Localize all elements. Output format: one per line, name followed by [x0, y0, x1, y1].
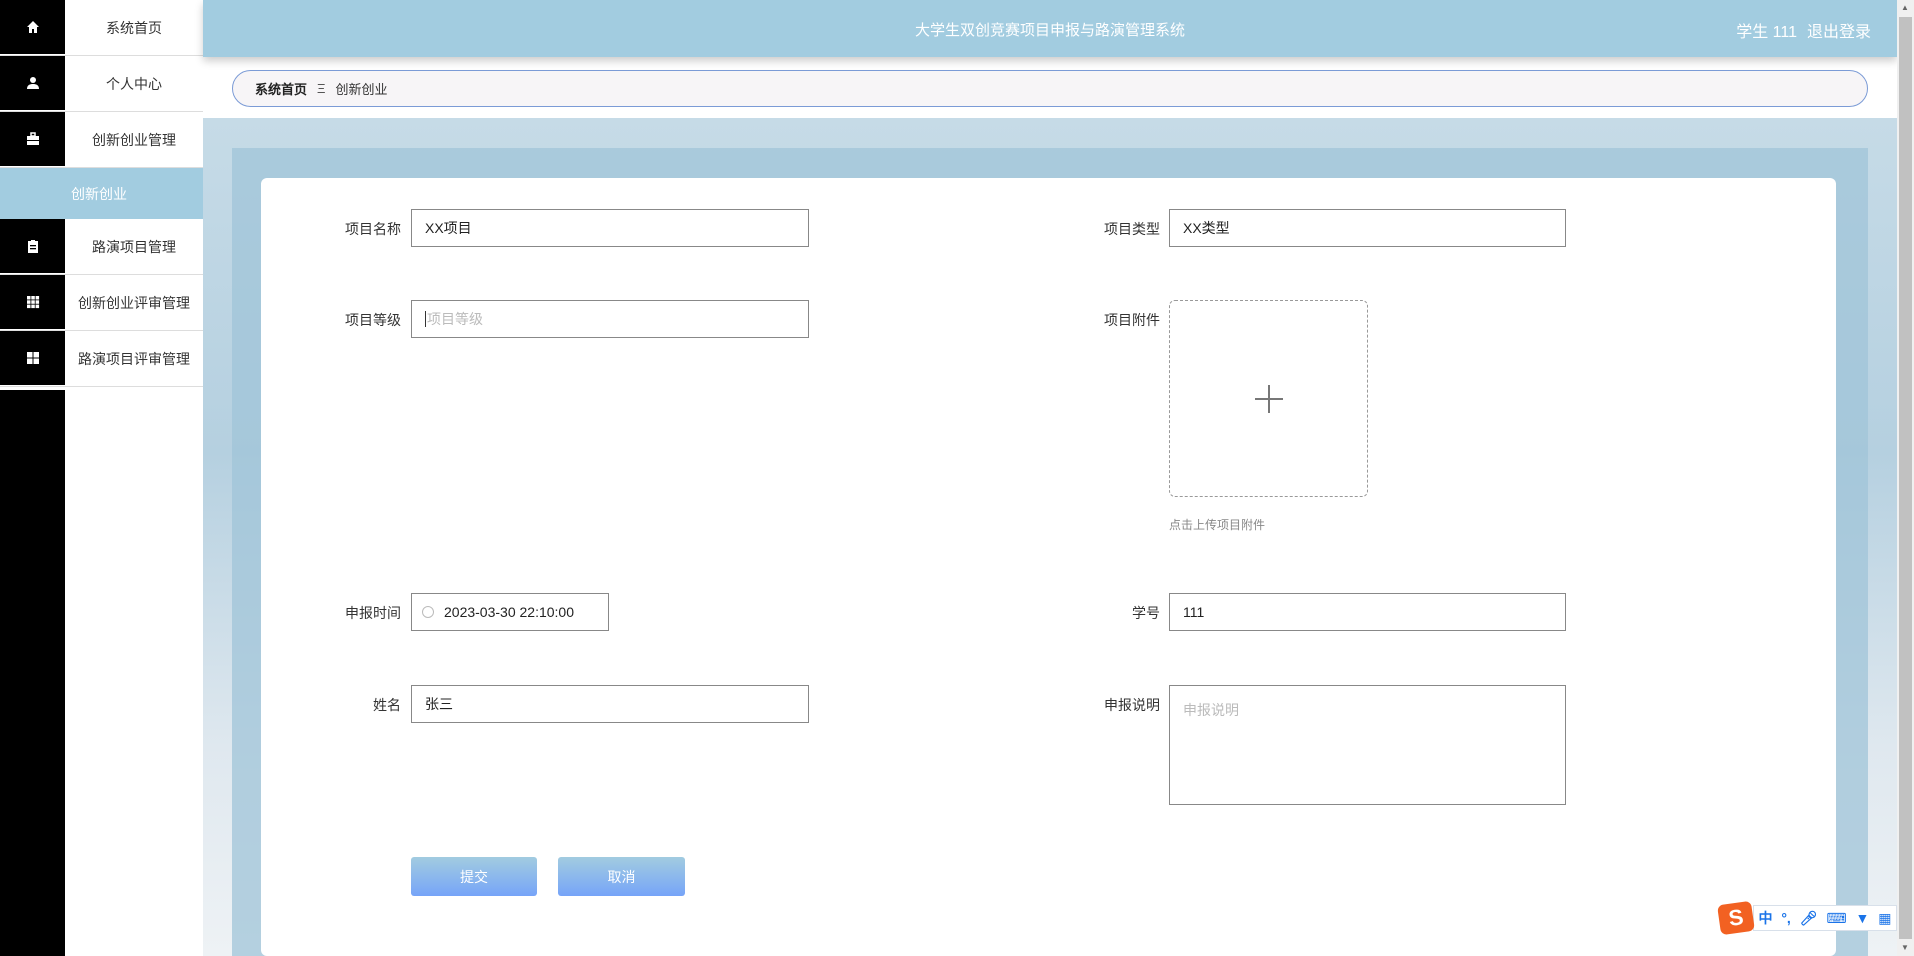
sidebar-item-innovation-review[interactable]: 创新创业评审管理	[0, 275, 203, 331]
breadcrumb-current: 创新创业	[335, 82, 388, 97]
microphone-icon[interactable]: 🎤︎	[1800, 910, 1818, 927]
sidebar-item-home[interactable]: 系统首页	[0, 0, 203, 56]
sidebar-item-innovation[interactable]: 创新创业	[0, 168, 203, 219]
sidebar-item-label: 创新创业评审管理	[65, 275, 203, 330]
sogou-logo-icon: S	[1717, 900, 1755, 936]
toolbox-icon[interactable]: ▦	[1878, 910, 1891, 927]
student-name-input[interactable]: 张三	[411, 685, 809, 723]
current-user: 学生 111	[1736, 24, 1797, 41]
cancel-button[interactable]: 取消	[558, 857, 685, 896]
project-type-label: 项目类型	[1104, 221, 1160, 237]
ime-mode[interactable]: 中	[1758, 908, 1772, 928]
app-title: 大学生双创竞赛项目申报与路演管理系统	[914, 22, 1185, 39]
student-name-label: 姓名	[373, 697, 401, 713]
breadcrumb: 系统首页 Ξ 创新创业	[232, 70, 1868, 107]
sidebar-item-label: 路演项目管理	[65, 219, 203, 274]
apps-icon	[0, 331, 65, 386]
description-placeholder: 申报说明	[1183, 702, 1239, 718]
project-level-input[interactable]: 项目等级	[411, 300, 809, 338]
sidebar-item-label: 个人中心	[65, 56, 203, 111]
project-level-placeholder: 项目等级	[427, 311, 483, 327]
submit-time-input[interactable]: 2023-03-30 22:10:00	[411, 593, 609, 631]
vertical-scrollbar[interactable]: ▲ ▼	[1897, 0, 1914, 956]
attachment-upload[interactable]	[1169, 300, 1368, 497]
ime-toolbar[interactable]: S 中 °, 🎤︎ ⌨ ▼ ▦	[1717, 900, 1897, 936]
project-name-input[interactable]: XX项目	[411, 209, 809, 247]
attachment-hint: 点击上传项目附件	[1169, 518, 1266, 532]
sidebar: 系统首页 个人中心 创新创业管理 创新创业 路演项目管理 创新创业评审管理 路演…	[0, 0, 203, 956]
description-label: 申报说明	[1104, 697, 1160, 713]
submit-time-value: 2023-03-30 22:10:00	[444, 604, 574, 620]
form-card	[261, 178, 1836, 956]
student-no-input[interactable]: 111	[1169, 593, 1566, 631]
home-icon	[0, 0, 65, 55]
sidebar-item-innovation-mgmt[interactable]: 创新创业管理	[0, 112, 203, 168]
breadcrumb-separator: Ξ	[317, 81, 326, 96]
project-name-label: 项目名称	[345, 221, 401, 237]
scrollbar-thumb[interactable]	[1899, 17, 1912, 939]
keyboard-icon[interactable]: ⌨	[1826, 910, 1846, 927]
skin-icon[interactable]: ▼	[1856, 910, 1870, 926]
logout-link[interactable]: 退出登录	[1807, 24, 1871, 41]
briefcase-icon	[0, 112, 65, 167]
sidebar-item-profile[interactable]: 个人中心	[0, 56, 203, 112]
ime-punct[interactable]: °,	[1781, 910, 1791, 926]
user-icon	[0, 56, 65, 111]
sidebar-item-label: 创新创业	[71, 185, 127, 202]
top-header: 大学生双创竞赛项目申报与路演管理系统 学生 111 退出登录	[203, 0, 1897, 57]
user-info: 学生 111 退出登录	[1726, 18, 1871, 42]
clock-icon	[422, 606, 434, 618]
sidebar-icon-column	[0, 390, 65, 956]
sidebar-item-roadshow-mgmt[interactable]: 路演项目管理	[0, 219, 203, 275]
sidebar-item-label: 创新创业管理	[65, 112, 203, 167]
description-textarea[interactable]: 申报说明	[1169, 685, 1566, 805]
project-type-input[interactable]: XX类型	[1169, 209, 1566, 247]
attachment-label: 项目附件	[1104, 312, 1160, 328]
scroll-down-icon[interactable]: ▼	[1901, 943, 1909, 952]
student-no-label: 学号	[1132, 605, 1160, 621]
project-level-label: 项目等级	[345, 312, 401, 328]
scroll-up-icon[interactable]: ▲	[1901, 3, 1909, 12]
submit-time-label: 申报时间	[345, 605, 401, 621]
breadcrumb-home[interactable]: 系统首页	[255, 79, 307, 98]
sidebar-item-label: 系统首页	[65, 0, 203, 55]
plus-icon	[1254, 384, 1283, 413]
submit-button[interactable]: 提交	[411, 857, 537, 896]
grid-icon	[0, 275, 65, 330]
sidebar-item-label: 路演项目评审管理	[65, 331, 203, 386]
sidebar-item-roadshow-review[interactable]: 路演项目评审管理	[0, 331, 203, 387]
clipboard-icon	[0, 219, 65, 274]
